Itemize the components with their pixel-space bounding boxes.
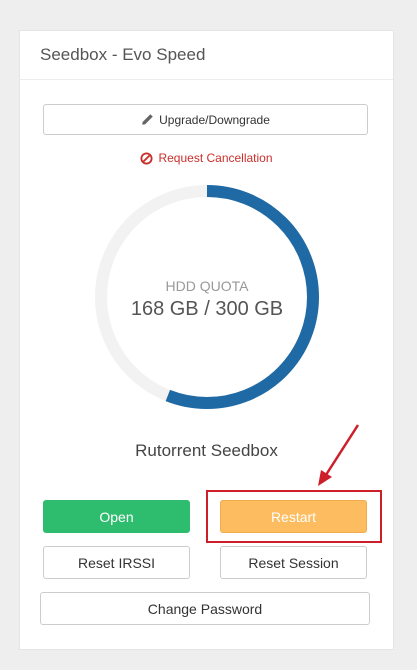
annotation-arrow-icon (318, 424, 360, 486)
reset-irssi-button[interactable]: Reset IRSSI (43, 546, 190, 579)
hdd-quota-value: 168 GB / 300 GB (130, 297, 284, 320)
ban-icon (140, 151, 153, 165)
card-title: Seedbox - Evo Speed (20, 31, 393, 80)
gauge-center-text: HDD QUOTA 168 GB / 300 GB (93, 183, 321, 411)
change-password-button[interactable]: Change Password (40, 592, 370, 625)
upgrade-downgrade-label: Upgrade/Downgrade (159, 112, 270, 127)
request-cancellation-link[interactable]: Request Cancellation (20, 151, 393, 165)
hdd-quota-label: HDD QUOTA (165, 277, 249, 294)
pencil-icon (141, 113, 154, 126)
request-cancellation-label: Request Cancellation (158, 151, 273, 165)
reset-session-button[interactable]: Reset Session (220, 546, 367, 579)
upgrade-downgrade-button[interactable]: Upgrade/Downgrade (43, 104, 368, 135)
open-button[interactable]: Open (43, 500, 190, 533)
seedbox-card: Seedbox - Evo Speed Upgrade/Downgrade Re… (19, 30, 394, 650)
restart-highlight-box (206, 490, 382, 543)
